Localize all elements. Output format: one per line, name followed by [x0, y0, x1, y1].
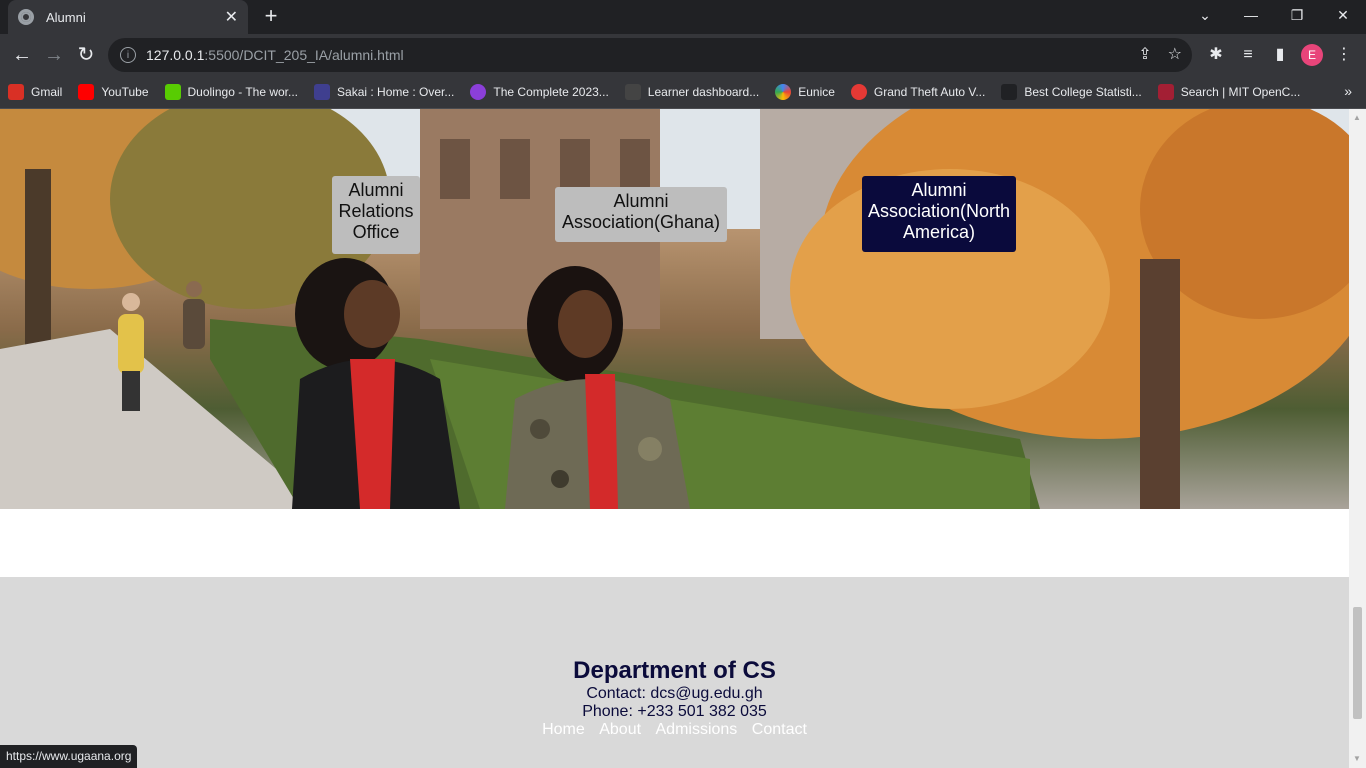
back-button[interactable]: ←	[10, 43, 34, 67]
alumni-association-ghana-link[interactable]: Alumni Association(Ghana)	[555, 187, 727, 242]
url-path: :5500/DCIT_205_IA/alumni.html	[204, 47, 404, 63]
tab-title: Alumni	[46, 9, 86, 25]
hero-image: Alumni Relations Office Alumni Associati…	[0, 109, 1349, 509]
extensions-icon[interactable]: ✱	[1204, 43, 1228, 67]
close-tab-icon[interactable]: ✕	[225, 7, 238, 27]
scroll-up-arrow-icon[interactable]: ▲	[1353, 113, 1361, 122]
gta-icon	[850, 84, 867, 100]
browser-toolbar: ← → ↻ i 127.0.0.1 :5500/DCIT_205_IA/alum…	[0, 34, 1366, 76]
media-control-icon[interactable]: ≡	[1236, 43, 1260, 67]
address-bar[interactable]: i 127.0.0.1 :5500/DCIT_205_IA/alumni.htm…	[108, 38, 1192, 72]
url-host: 127.0.0.1	[146, 47, 205, 63]
link-status-url: https://www.ugaana.org	[0, 745, 138, 768]
browser-menu-icon[interactable]: ⋮	[1332, 43, 1356, 67]
sakai-icon	[314, 84, 331, 100]
campus-photo	[0, 109, 1349, 509]
profile-avatar[interactable]: E	[1301, 44, 1323, 66]
close-window-button[interactable]: ✕	[1320, 0, 1366, 30]
minimize-button[interactable]: —	[1228, 0, 1274, 30]
alumni-relations-office-link[interactable]: Alumni Relations Office	[332, 176, 420, 254]
vertical-scrollbar[interactable]: ▲ ▼	[1349, 109, 1366, 768]
bookmark-mit-ocw[interactable]: Search | MIT OpenC...	[1157, 84, 1300, 100]
more-bookmarks-icon[interactable]: »	[1344, 83, 1352, 99]
udemy-icon	[470, 84, 487, 100]
bookmark-youtube[interactable]: YouTube	[78, 84, 149, 100]
page-footer: Department of CS Contact: dcs@ug.edu.gh …	[0, 577, 1349, 768]
mit-icon	[1157, 84, 1174, 100]
footer-heading: Department of CS	[573, 657, 776, 684]
bookmark-learner-dashboard[interactable]: Learner dashboard...	[624, 84, 759, 100]
gmail-icon	[8, 84, 24, 100]
alx-icon	[624, 84, 641, 100]
bookmarks-bar: Gmail YouTube Duolingo - The wor... Saka…	[0, 76, 1366, 109]
scrollbar-thumb[interactable]	[1353, 607, 1362, 719]
scroll-down-arrow-icon[interactable]: ▼	[1353, 754, 1361, 763]
bookmark-complete-2023[interactable]: The Complete 2023...	[470, 84, 609, 100]
bookmark-star-icon[interactable]: ☆	[1168, 44, 1182, 64]
youtube-icon	[78, 84, 95, 100]
side-panel-icon[interactable]: ▮	[1268, 43, 1292, 67]
bookmark-eunice[interactable]: Eunice	[775, 84, 835, 100]
tab-alumni[interactable]: Alumni ✕	[8, 0, 248, 34]
footer-link-home[interactable]: Home	[542, 721, 585, 738]
bookmark-gta[interactable]: Grand Theft Auto V...	[850, 84, 985, 100]
restore-button[interactable]: ❐	[1274, 0, 1320, 30]
forward-button[interactable]: →	[42, 43, 66, 67]
bookmark-duolingo[interactable]: Duolingo - The wor...	[164, 84, 298, 100]
share-icon[interactable]: ⇪	[1138, 44, 1151, 64]
footer-link-contact[interactable]: Contact	[752, 721, 807, 738]
duolingo-icon	[164, 84, 181, 100]
footer-link-about[interactable]: About	[599, 721, 641, 738]
bookmark-sakai[interactable]: Sakai : Home : Over...	[314, 84, 454, 100]
footer-contact: Contact: dcs@ug.edu.gh	[586, 685, 763, 702]
alumni-association-north-america-link[interactable]: Alumni Association(North America)	[862, 176, 1016, 252]
footer-link-admissions[interactable]: Admissions	[656, 721, 738, 738]
footer-links: Home About Admissions Contact	[0, 721, 1349, 739]
pinwheel-icon	[775, 84, 792, 100]
page-viewport: Alumni Relations Office Alumni Associati…	[0, 109, 1349, 768]
new-tab-button[interactable]: +	[260, 5, 282, 27]
college-icon	[1001, 84, 1018, 100]
footer-phone: Phone: +233 501 382 035	[582, 703, 767, 720]
site-info-icon[interactable]: i	[120, 47, 136, 63]
bookmark-best-college[interactable]: Best College Statisti...	[1001, 84, 1142, 100]
globe-icon	[18, 9, 34, 25]
bookmark-gmail[interactable]: Gmail	[8, 84, 62, 100]
tab-bar: Alumni ✕ + ⌄ — ❐ ✕	[0, 0, 1366, 34]
tab-search-button[interactable]: ⌄	[1182, 0, 1228, 30]
reload-button[interactable]: ↻	[74, 43, 98, 67]
